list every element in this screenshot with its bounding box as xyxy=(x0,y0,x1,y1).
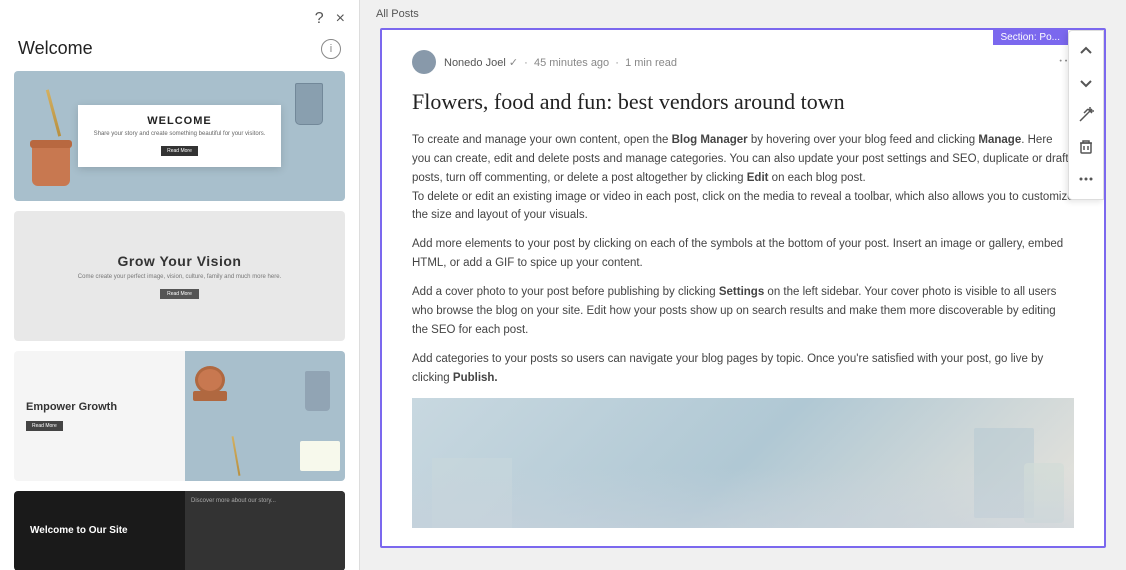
post-image xyxy=(412,398,1074,528)
card-grow-title: Grow Your Vision xyxy=(78,253,281,269)
post-image-overlay xyxy=(412,468,1074,528)
template-card-empower[interactable]: Empower Growth Read More xyxy=(14,351,345,481)
post-title: Flowers, food and fun: best vendors arou… xyxy=(412,88,1074,117)
post-paragraph-3: Add a cover photo to your post before pu… xyxy=(412,283,1074,340)
templates-list: WELCOME Share your story and create some… xyxy=(0,71,359,570)
template-card-grow[interactable]: Grow Your Vision Come create your perfec… xyxy=(14,211,345,341)
post-body: To create and manage your own content, o… xyxy=(412,131,1074,389)
card-dark-subtext: Discover more about our story... xyxy=(185,491,345,512)
post-paragraph-2: Add more elements to your post by clicki… xyxy=(412,235,1074,273)
template-card-welcome[interactable]: WELCOME Share your story and create some… xyxy=(14,71,345,201)
author-avatar xyxy=(412,50,436,74)
post-meta-text: Nonedo Joel ✓ · 45 minutes ago · 1 min r… xyxy=(444,56,677,69)
post-meta: Nonedo Joel ✓ · 45 minutes ago · 1 min r… xyxy=(412,50,1074,74)
left-panel: ? × Welcome i WELCOME Share your story xyxy=(0,0,360,570)
card-empower-left: Empower Growth Read More xyxy=(14,384,185,448)
content-area: Section: Po... xyxy=(380,28,1106,548)
card-welcome-text: Share your story and create something be… xyxy=(94,130,266,138)
card-empower-title: Empower Growth xyxy=(26,400,173,414)
card-empower-btn[interactable]: Read More xyxy=(26,421,63,431)
decoration-right xyxy=(295,83,323,125)
wand-button[interactable] xyxy=(1071,100,1101,130)
post-read-time: 1 min read xyxy=(625,57,677,69)
card-dark-left: Welcome to Our Site xyxy=(14,512,185,550)
post-paragraph-1: To create and manage your own content, o… xyxy=(412,131,1074,226)
info-icon[interactable]: i xyxy=(321,39,341,59)
card-grow-btn[interactable]: Read More xyxy=(160,289,199,299)
more-button[interactable] xyxy=(1071,164,1101,194)
post-time-ago: 45 minutes ago xyxy=(534,57,609,69)
card-welcome-title: WELCOME xyxy=(94,115,266,127)
delete-button[interactable] xyxy=(1071,132,1101,162)
panel-title: Welcome xyxy=(18,38,93,59)
card-welcome-inner: WELCOME Share your story and create some… xyxy=(78,105,282,166)
card-welcome-btn[interactable]: Read More xyxy=(161,146,198,156)
card-grow-inner: Grow Your Vision Come create your perfec… xyxy=(78,253,281,300)
blog-post: Nonedo Joel ✓ · 45 minutes ago · 1 min r… xyxy=(382,30,1104,546)
close-icon[interactable]: × xyxy=(336,10,345,28)
card-grow-text: Come create your perfect image, vision, … xyxy=(78,273,281,282)
card-empower-right xyxy=(185,351,345,481)
panel-title-row: Welcome i xyxy=(0,34,359,71)
help-icon[interactable]: ? xyxy=(315,10,324,28)
author-verified: ✓ xyxy=(509,57,518,69)
move-up-button[interactable] xyxy=(1071,36,1101,66)
right-panel: All Posts Section: Po... xyxy=(360,0,1126,570)
author-name: Nonedo Joel xyxy=(444,57,506,69)
panel-header: ? × xyxy=(0,0,359,34)
section-label: Section: Po... xyxy=(993,30,1068,45)
move-down-button[interactable] xyxy=(1071,68,1101,98)
card-dark-right: Discover more about our story... xyxy=(185,491,345,570)
card-dark-title: Welcome to Our Site xyxy=(30,524,169,538)
breadcrumb: All Posts xyxy=(360,0,1126,28)
floating-toolbar xyxy=(1068,30,1104,200)
post-paragraph-4: Add categories to your posts so users ca… xyxy=(412,350,1074,388)
decoration-left xyxy=(32,144,70,186)
template-card-dark[interactable]: Welcome to Our Site Discover more about … xyxy=(14,491,345,570)
